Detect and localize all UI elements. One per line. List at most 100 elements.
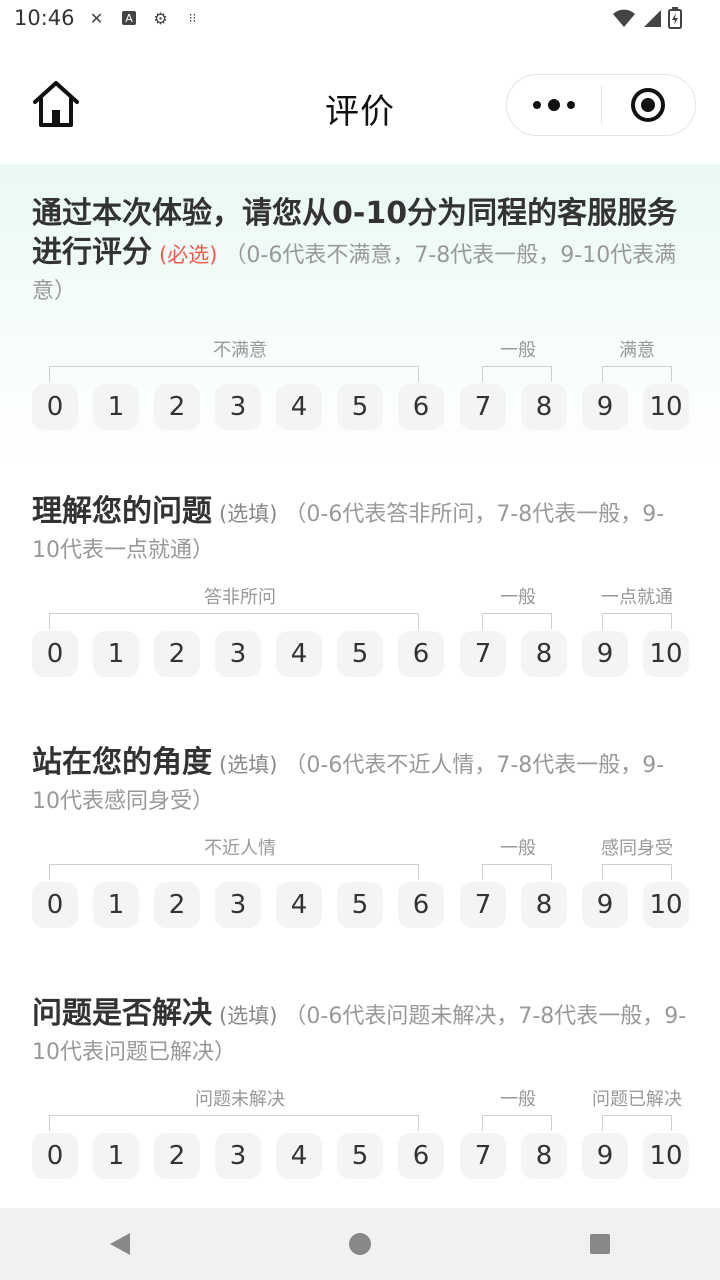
system-recents-button[interactable] bbox=[560, 1214, 640, 1274]
score-option-7[interactable]: 7 bbox=[460, 882, 506, 928]
recents-square-icon bbox=[590, 1234, 610, 1254]
score-option-4[interactable]: 4 bbox=[276, 631, 322, 677]
score-option-0[interactable]: 0 bbox=[32, 631, 78, 677]
status-bar: 10:46 ✕ A ⚙ ⁝⁝ bbox=[0, 0, 720, 36]
score-option-0[interactable]: 0 bbox=[32, 1133, 78, 1179]
score-option-7[interactable]: 7 bbox=[460, 1133, 506, 1179]
question-section: 通过本次体验，请您从0-10分为同程的客服服务进行评分 (必选) （0-6代表不… bbox=[32, 196, 692, 430]
score-option-4[interactable]: 4 bbox=[276, 1133, 322, 1179]
survey-content[interactable]: 通过本次体验，请您从0-10分为同程的客服服务进行评分 (必选) （0-6代表不… bbox=[0, 164, 720, 1208]
label-low: 不满意 bbox=[213, 340, 267, 361]
label-mid: 一般 bbox=[500, 1089, 536, 1110]
bracket-low bbox=[49, 864, 419, 880]
svg-text:A: A bbox=[125, 12, 133, 25]
score-option-8[interactable]: 8 bbox=[521, 384, 567, 430]
score-row: 0 1 2 3 4 5 6 7 8 9 10 bbox=[32, 631, 692, 677]
score-option-3[interactable]: 3 bbox=[215, 384, 261, 430]
score-option-2[interactable]: 2 bbox=[154, 384, 200, 430]
score-option-1[interactable]: 1 bbox=[93, 384, 139, 430]
score-option-7[interactable]: 7 bbox=[460, 384, 506, 430]
score-option-10[interactable]: 10 bbox=[643, 1133, 689, 1179]
question-title: 问题是否解决 bbox=[32, 996, 212, 1031]
optional-tag: (选填) bbox=[219, 1004, 278, 1028]
score-option-8[interactable]: 8 bbox=[521, 882, 567, 928]
bracket-low bbox=[49, 366, 419, 382]
signal-icon bbox=[644, 10, 661, 27]
score-option-8[interactable]: 8 bbox=[521, 631, 567, 677]
bracket-low bbox=[49, 1115, 419, 1131]
score-option-9[interactable]: 9 bbox=[582, 1133, 628, 1179]
score-row: 0 1 2 3 4 5 6 7 8 9 10 bbox=[32, 882, 692, 928]
label-high: 满意 bbox=[619, 340, 655, 361]
score-option-7[interactable]: 7 bbox=[460, 631, 506, 677]
score-row: 0 1 2 3 4 5 6 7 8 9 10 bbox=[32, 384, 692, 430]
nav-bar: 评价 bbox=[0, 36, 720, 164]
score-option-6[interactable]: 6 bbox=[398, 1133, 444, 1179]
close-button[interactable] bbox=[602, 75, 696, 135]
question-section: 理解您的问题 (选填) （0-6代表答非所问，7-8代表一般，9-10代表一点就… bbox=[32, 494, 692, 677]
bracket-low bbox=[49, 613, 419, 629]
more-button[interactable] bbox=[507, 75, 601, 135]
score-option-6[interactable]: 6 bbox=[398, 882, 444, 928]
score-option-9[interactable]: 9 bbox=[582, 631, 628, 677]
bracket-mid bbox=[482, 864, 552, 880]
score-option-6[interactable]: 6 bbox=[398, 384, 444, 430]
optional-tag: (选填) bbox=[219, 753, 278, 777]
more-dots-icon bbox=[532, 99, 575, 111]
question-header: 问题是否解决 (选填) （0-6代表问题未解决，7-8代表一般，9-10代表问题… bbox=[32, 996, 692, 1071]
score-option-9[interactable]: 9 bbox=[582, 384, 628, 430]
score-option-5[interactable]: 5 bbox=[337, 1133, 383, 1179]
bracket-mid bbox=[482, 366, 552, 382]
label-high: 感同身受 bbox=[601, 838, 673, 859]
score-option-10[interactable]: 10 bbox=[643, 631, 689, 677]
optional-tag: (选填) bbox=[219, 502, 278, 526]
score-option-2[interactable]: 2 bbox=[154, 631, 200, 677]
score-option-3[interactable]: 3 bbox=[215, 631, 261, 677]
score-option-5[interactable]: 5 bbox=[337, 384, 383, 430]
status-left: 10:46 ✕ A ⚙ ⁝⁝ bbox=[14, 6, 203, 30]
label-low: 答非所问 bbox=[204, 587, 276, 608]
question-title: 理解您的问题 bbox=[32, 494, 212, 529]
score-option-10[interactable]: 10 bbox=[643, 384, 689, 430]
score-row: 0 1 2 3 4 5 6 7 8 9 10 bbox=[32, 1133, 692, 1179]
question-section: 问题是否解决 (选填) （0-6代表问题未解决，7-8代表一般，9-10代表问题… bbox=[32, 996, 692, 1179]
score-option-0[interactable]: 0 bbox=[32, 384, 78, 430]
settings-gear-icon: ⚙ bbox=[153, 8, 168, 28]
bracket-high bbox=[602, 613, 672, 629]
score-option-6[interactable]: 6 bbox=[398, 631, 444, 677]
battery-icon bbox=[668, 7, 682, 29]
system-back-button[interactable] bbox=[80, 1214, 160, 1274]
target-circle-icon bbox=[631, 88, 666, 122]
score-option-2[interactable]: 2 bbox=[154, 882, 200, 928]
score-option-8[interactable]: 8 bbox=[521, 1133, 567, 1179]
score-option-3[interactable]: 3 bbox=[215, 882, 261, 928]
back-triangle-icon bbox=[110, 1233, 130, 1255]
mini-program-capsule bbox=[506, 74, 696, 136]
score-option-5[interactable]: 5 bbox=[337, 882, 383, 928]
status-right bbox=[612, 7, 682, 29]
score-option-10[interactable]: 10 bbox=[643, 882, 689, 928]
bracket-high bbox=[602, 1115, 672, 1131]
label-mid: 一般 bbox=[500, 587, 536, 608]
scale-labels: 不满意 一般 满意 bbox=[32, 336, 692, 382]
bracket-mid bbox=[482, 1115, 552, 1131]
score-option-2[interactable]: 2 bbox=[154, 1133, 200, 1179]
bracket-high bbox=[602, 366, 672, 382]
required-tag: (必选) bbox=[159, 243, 218, 267]
label-high: 问题已解决 bbox=[592, 1089, 682, 1110]
score-option-4[interactable]: 4 bbox=[276, 882, 322, 928]
wifi-icon bbox=[613, 9, 635, 27]
label-low: 不近人情 bbox=[204, 838, 276, 859]
score-option-5[interactable]: 5 bbox=[337, 631, 383, 677]
scale-labels: 答非所问 一般 一点就通 bbox=[32, 583, 692, 629]
score-option-9[interactable]: 9 bbox=[582, 882, 628, 928]
score-option-1[interactable]: 1 bbox=[93, 631, 139, 677]
score-option-1[interactable]: 1 bbox=[93, 1133, 139, 1179]
label-mid: 一般 bbox=[500, 340, 536, 361]
score-option-3[interactable]: 3 bbox=[215, 1133, 261, 1179]
score-option-0[interactable]: 0 bbox=[32, 882, 78, 928]
system-home-button[interactable] bbox=[320, 1214, 400, 1274]
score-option-4[interactable]: 4 bbox=[276, 384, 322, 430]
score-option-1[interactable]: 1 bbox=[93, 882, 139, 928]
label-mid: 一般 bbox=[500, 838, 536, 859]
